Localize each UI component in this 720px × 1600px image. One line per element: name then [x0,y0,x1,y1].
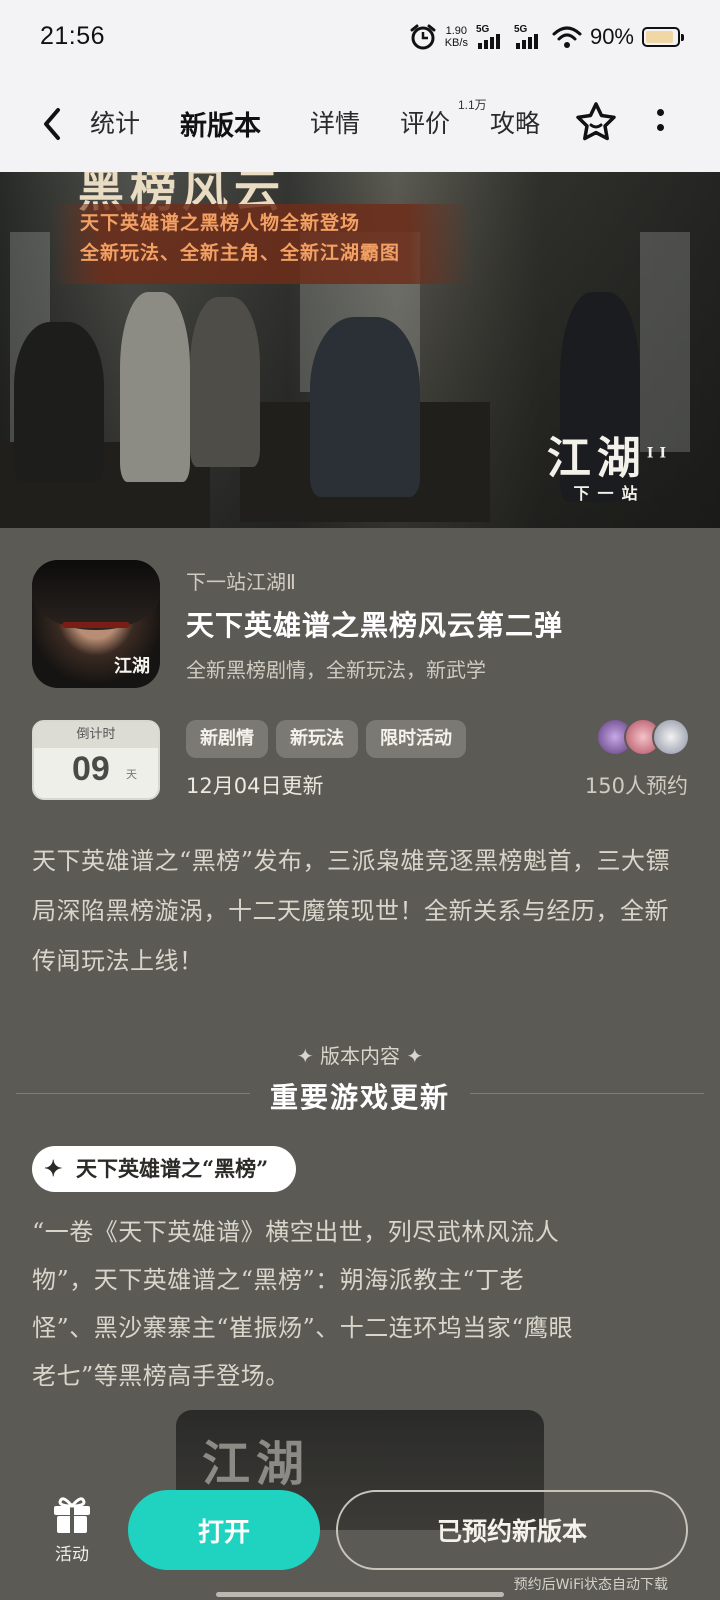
gift-icon[interactable] [50,1494,94,1534]
hero-banner: 黑榜风云 天下英雄谱之黑榜人物全新登场 全新玩法、全新主角、全新江湖霸图 江湖I… [0,172,720,528]
game-logo: 江湖II 下一站 [546,433,672,503]
wifi-icon [552,26,582,48]
banner-slogan-line1: 天下英雄谱之黑榜人物全新登场 [80,212,361,234]
signal-sim2-icon: 5G [514,23,544,51]
section-title: 重要游戏更新 [269,1081,450,1114]
signal-sim1-icon: 5G [476,23,506,51]
star-favorite-icon[interactable] [574,100,618,144]
status-icons: 1.90 KB/s 5G 5G 90% [409,20,684,54]
alarm-icon [410,24,436,50]
section-label: ✦ 版本内容 ✦ [296,1044,424,1068]
more-options-icon[interactable] [654,106,666,142]
tag-chip: 新剧情 [186,720,268,758]
game-app-icon: 江湖 [32,560,160,688]
intro-paragraph: 天下英雄谱之“黑榜”发布，三派枭雄竞逐黑榜魁首，三大镖局深陷黑榜漩涡，十二天魔策… [32,847,671,975]
tab-reviews[interactable]: 评价 [400,104,450,140]
wifi-download-note: 预约后WiFi状态自动下载 [513,1577,668,1593]
reserved-new-version-button[interactable]: 已预约新版本 [336,1490,688,1570]
countdown-badge: 倒计时 09 天 [32,720,160,800]
avatar [652,718,690,756]
tab-statistics[interactable]: 统计 [90,104,140,140]
nav-bar: 统计 新版本 详情 评价 1.1万 攻略 [0,76,720,172]
feature-pill: ✦ 天下英雄谱之“黑榜” [32,1146,297,1192]
tag-chip: 限时活动 [366,720,466,758]
tag-chip: 新玩法 [276,720,358,758]
home-indicator[interactable] [216,1592,504,1597]
review-count-badge: 1.1万 [458,98,487,112]
update-description: 全新黑榜剧情，全新玩法，新武学 [186,658,486,682]
back-arrow-icon[interactable] [36,104,68,144]
tab-guides[interactable]: 攻略 [490,104,540,140]
open-button[interactable]: 打开 [128,1490,320,1570]
status-bar: 21:56 1.90 KB/s 5G 5G 90% [0,0,720,76]
tab-new-version[interactable]: 新版本 [174,104,267,149]
game-name: 下一站江湖Ⅱ [186,570,296,594]
reserver-avatars [596,718,692,758]
activity-label[interactable]: 活动 [50,1540,94,1565]
network-speed: 1.90 KB/s [444,25,468,49]
battery-percent: 90% [589,24,634,49]
banner-slogan-line2: 全新玩法、全新主角、全新江湖霸图 [80,242,401,264]
update-date: 12月04日更新 [186,774,324,798]
tab-details[interactable]: 详情 [310,104,360,140]
reservation-count: 150人预约 [584,774,688,798]
clock: 21:56 [40,22,106,50]
battery-icon [642,27,684,47]
feature-paragraph: “一卷《天下英雄谱》横空出世，列尽武林风流人 物”，天下英雄谱之“黑榜”：朔海派… [32,1218,574,1390]
sparkle-icon: ✦ [44,1156,63,1182]
update-title: 天下英雄谱之黑榜风云第二弹 [186,609,564,642]
